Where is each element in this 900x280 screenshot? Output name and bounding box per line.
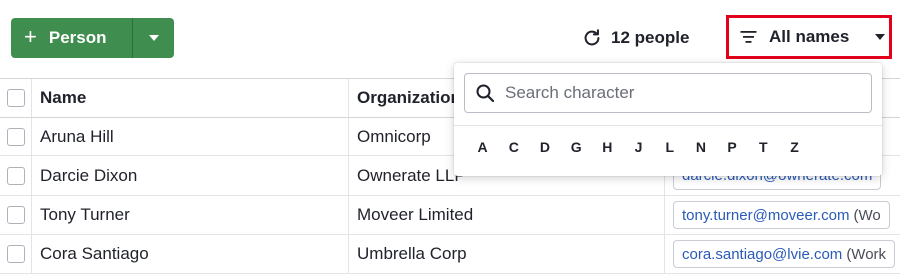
add-person-button-group: + Person — [11, 18, 174, 58]
letter-filter-n[interactable]: N — [685, 139, 716, 155]
letter-filter-t[interactable]: T — [748, 139, 779, 155]
letter-filter-h[interactable]: H — [592, 139, 623, 155]
person-organization[interactable]: Moveer Limited — [349, 196, 665, 234]
plus-icon: + — [24, 24, 37, 49]
person-name[interactable]: Aruna Hill — [32, 118, 349, 155]
letter-filter-list: A C D G H J L N P T Z — [467, 139, 810, 155]
letter-filter-c[interactable]: C — [498, 139, 529, 155]
select-all-checkbox[interactable] — [6, 89, 25, 107]
email-address[interactable]: tony.turner@moveer.com — [682, 207, 850, 224]
email-chip[interactable]: tony.turner@moveer.com (Wo — [673, 201, 890, 229]
letter-filter-p[interactable]: P — [717, 139, 748, 155]
table-row[interactable]: Cora Santiago Umbrella Corp cora.santiag… — [0, 235, 900, 274]
email-type-tag: (Work — [846, 245, 887, 263]
row-checkbox[interactable] — [6, 127, 25, 146]
letter-filter-d[interactable]: D — [529, 139, 560, 155]
row-checkbox[interactable] — [6, 166, 25, 185]
person-name[interactable]: Tony Turner — [32, 196, 349, 234]
letter-filter-a[interactable]: A — [467, 139, 498, 155]
add-options-dropdown-button[interactable] — [133, 18, 174, 58]
email-chip[interactable]: cora.santiago@lvie.com (Work — [673, 240, 896, 268]
person-email-cell: tony.turner@moveer.com (Wo — [665, 196, 900, 234]
table-row[interactable]: Tony Turner Moveer Limited tony.turner@m… — [0, 196, 900, 235]
email-type-tag: (Wo — [853, 206, 881, 224]
row-check-cell — [0, 156, 32, 195]
name-filter-button[interactable]: All names — [726, 15, 892, 59]
row-checkbox[interactable] — [6, 245, 25, 263]
person-email-cell: cora.santiago@lvie.com (Work — [665, 235, 900, 273]
people-count-label: 12 people — [611, 28, 690, 47]
add-person-button[interactable]: + Person — [11, 18, 132, 58]
column-header-name[interactable]: Name — [32, 79, 349, 117]
person-name[interactable]: Darcie Dixon — [32, 156, 349, 195]
row-check-cell — [0, 235, 32, 273]
refresh-icon[interactable] — [581, 27, 603, 49]
email-address[interactable]: cora.santiago@lvie.com — [682, 246, 842, 263]
row-checkbox[interactable] — [6, 206, 25, 224]
people-count: 12 people — [581, 26, 689, 50]
person-name[interactable]: Cora Santiago — [32, 235, 349, 273]
letter-filter-g[interactable]: G — [561, 139, 592, 155]
name-filter-dropdown: A C D G H J L N P T Z — [454, 63, 882, 176]
dropdown-divider — [454, 125, 882, 126]
search-box — [464, 73, 872, 113]
person-organization[interactable]: Umbrella Corp — [349, 235, 665, 273]
search-character-input[interactable] — [505, 83, 865, 103]
filter-icon — [740, 31, 757, 43]
row-check-cell — [0, 196, 32, 234]
letter-filter-l[interactable]: L — [654, 139, 685, 155]
add-person-label: Person — [48, 28, 107, 47]
filter-label: All names — [769, 27, 850, 46]
chevron-down-icon — [875, 34, 886, 40]
letter-filter-z[interactable]: Z — [779, 139, 810, 155]
select-all-cell — [0, 79, 32, 117]
search-icon — [476, 84, 495, 103]
letter-filter-j[interactable]: J — [623, 139, 654, 155]
chevron-down-icon — [148, 35, 159, 41]
row-check-cell — [0, 118, 32, 155]
